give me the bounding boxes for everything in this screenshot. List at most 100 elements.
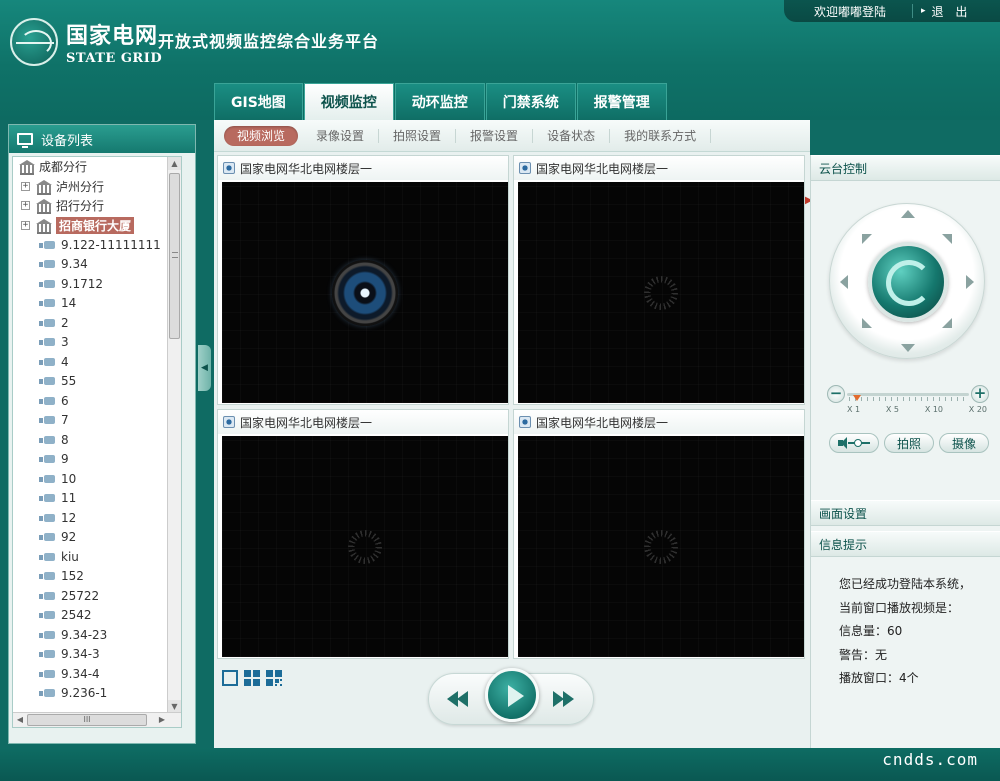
video-screen[interactable] <box>222 182 508 403</box>
device-item[interactable]: 55 <box>13 372 181 392</box>
play-button[interactable] <box>485 668 539 722</box>
camera-icon <box>519 162 531 174</box>
logo-text: 国家电网 STATE GRID <box>66 18 162 66</box>
tab-gis-map[interactable]: GIS地图 <box>214 83 303 120</box>
tab-environment-monitoring[interactable]: 动环监控 <box>394 83 485 120</box>
device-item[interactable]: 2542 <box>13 606 181 626</box>
scroll-thumb[interactable] <box>169 173 180 339</box>
tab-video-monitoring[interactable]: 视频监控 <box>303 83 394 120</box>
pan-down-left-icon[interactable] <box>862 318 872 328</box>
snapshot-button[interactable]: 拍照 <box>884 433 934 453</box>
pan-left-icon[interactable] <box>840 275 848 289</box>
device-item[interactable]: 9.236-1 <box>13 684 181 704</box>
subtab-recording-settings[interactable]: 录像设置 <box>302 128 380 143</box>
device-item[interactable]: 9.122-11111111 <box>13 235 181 255</box>
device-label: 11 <box>61 491 77 506</box>
tree-branch-selected[interactable]: + 招商银行大厦 <box>13 216 181 236</box>
pan-up-left-icon[interactable] <box>862 234 872 244</box>
screen-settings-header[interactable]: 画面设置 <box>811 500 1000 526</box>
video-screen[interactable] <box>222 436 508 657</box>
horizontal-scrollbar[interactable]: ◀ III ▶ <box>13 712 181 727</box>
scroll-thumb-horizontal[interactable]: III <box>27 714 147 726</box>
device-item[interactable]: 8 <box>13 430 181 450</box>
device-item[interactable]: 9.34-23 <box>13 625 181 645</box>
fast-forward-button[interactable] <box>549 688 577 710</box>
device-item[interactable]: 9.34 <box>13 255 181 275</box>
pan-up-right-icon[interactable] <box>942 234 952 244</box>
camera-device-icon <box>39 337 55 347</box>
scroll-up-icon[interactable]: ▲ <box>168 157 181 170</box>
pan-down-right-icon[interactable] <box>942 318 952 328</box>
video-screen[interactable] <box>518 436 804 657</box>
device-label: 8 <box>61 432 69 447</box>
zoom-slider[interactable]: − + X 1 X 5 X 10 X 20 <box>827 383 989 423</box>
volume-button[interactable] <box>829 433 879 453</box>
pan-right-icon[interactable] <box>966 275 974 289</box>
tree-root[interactable]: 成都分行 <box>13 157 181 177</box>
record-button[interactable]: 摄像 <box>939 433 989 453</box>
device-label: 9.34 <box>61 257 88 272</box>
tab-access-control[interactable]: 门禁系统 <box>485 83 576 120</box>
zoom-thumb[interactable] <box>853 395 861 401</box>
loading-spinner-icon <box>644 529 678 564</box>
single-view-icon[interactable] <box>222 670 238 686</box>
ptz-center-button[interactable] <box>868 242 948 322</box>
device-item[interactable]: 11 <box>13 489 181 509</box>
device-item[interactable]: 2 <box>13 313 181 333</box>
device-item[interactable]: 9.34-4 <box>13 664 181 684</box>
tree-branch[interactable]: + 招行分行 <box>13 196 181 216</box>
subtab-device-status[interactable]: 设备状态 <box>533 128 611 143</box>
video-panel[interactable]: 国家电网华北电网楼层一 <box>513 155 805 405</box>
video-panel-header: 国家电网华北电网楼层一 <box>514 410 804 434</box>
zoom-labels: X 1 X 5 X 10 X 20 <box>847 405 987 414</box>
device-label: 12 <box>61 510 77 525</box>
subtab-photo-settings[interactable]: 拍照设置 <box>379 128 457 143</box>
loading-spinner-icon <box>348 529 382 564</box>
video-screen[interactable] <box>518 182 804 403</box>
scroll-right-icon[interactable]: ▶ <box>156 714 168 726</box>
device-item[interactable]: 6 <box>13 391 181 411</box>
quad-view-icon[interactable] <box>244 670 260 686</box>
device-item[interactable]: 7 <box>13 411 181 431</box>
camera-device-icon <box>39 435 55 445</box>
collapse-sidebar-button[interactable]: ◀ <box>198 345 211 391</box>
video-panel[interactable]: 国家电网华北电网楼层一 <box>217 155 509 405</box>
subtab-alarm-settings[interactable]: 报警设置 <box>456 128 534 143</box>
video-panel[interactable]: 国家电网华北电网楼层一 <box>513 409 805 659</box>
tab-alarm-management[interactable]: 报警管理 <box>576 83 667 120</box>
subtab-video-browse[interactable]: 视频浏览 <box>224 125 299 146</box>
zoom-track[interactable] <box>847 393 969 396</box>
device-item[interactable]: 3 <box>13 333 181 353</box>
bank-icon <box>36 179 52 195</box>
device-item[interactable]: 92 <box>13 528 181 548</box>
expand-icon[interactable]: + <box>21 201 30 211</box>
video-panel[interactable]: 国家电网华北电网楼层一 <box>217 409 509 659</box>
zoom-in-button[interactable]: + <box>971 385 989 403</box>
multi-view-icon[interactable] <box>266 670 282 686</box>
device-item[interactable]: 10 <box>13 469 181 489</box>
device-item[interactable]: 25722 <box>13 586 181 606</box>
rewind-button[interactable] <box>445 688 473 710</box>
expand-icon[interactable]: + <box>21 220 30 230</box>
device-item[interactable]: 9 <box>13 450 181 470</box>
pan-down-icon[interactable] <box>901 344 915 352</box>
tree-branch-label: 招行分行 <box>56 199 105 214</box>
expand-icon[interactable]: + <box>21 181 30 191</box>
device-item[interactable]: 12 <box>13 508 181 528</box>
vertical-scrollbar[interactable]: ▲ ▼ <box>167 157 181 713</box>
device-item[interactable]: 4 <box>13 352 181 372</box>
device-item[interactable]: 9.1712 <box>13 274 181 294</box>
zoom-out-button[interactable]: − <box>827 385 845 403</box>
device-item[interactable]: 152 <box>13 567 181 587</box>
layout-switcher <box>222 670 282 686</box>
logout-button[interactable]: 退 出 <box>932 3 972 20</box>
device-item[interactable]: 14 <box>13 294 181 314</box>
device-label: 10 <box>61 471 77 486</box>
tree-branch[interactable]: + 泸州分行 <box>13 177 181 197</box>
pan-up-icon[interactable] <box>901 210 915 218</box>
device-item[interactable]: kiu <box>13 547 181 567</box>
device-item[interactable]: 9.34-3 <box>13 645 181 665</box>
subtab-my-contact[interactable]: 我的联系方式 <box>610 128 712 143</box>
sidebar-header: 设备列表 <box>9 125 195 153</box>
scroll-left-icon[interactable]: ◀ <box>14 714 26 726</box>
